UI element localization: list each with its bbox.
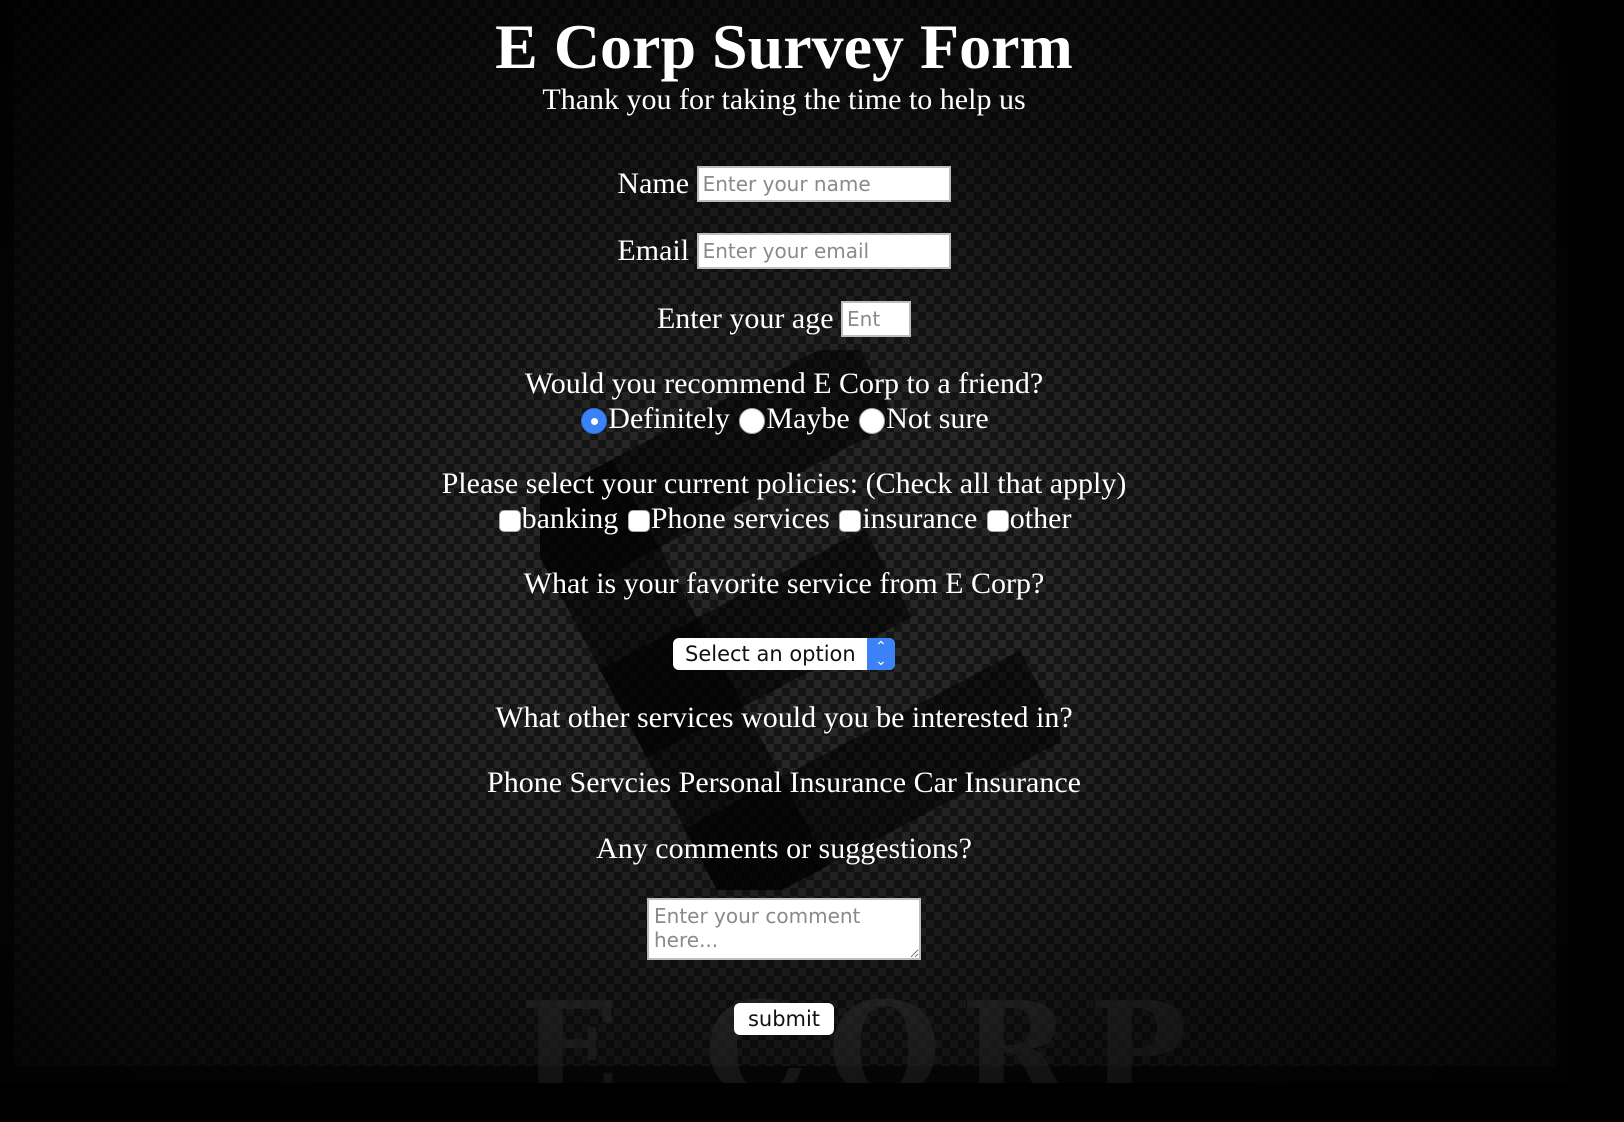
- checkbox-label-banking: banking: [521, 502, 619, 535]
- submit-button[interactable]: submit: [733, 1003, 835, 1035]
- other-services-text: Phone Servcies Personal Insurance Car In…: [487, 766, 1081, 799]
- checkbox-label-insurance: insurance: [862, 502, 978, 535]
- age-label: Enter your age: [656, 302, 834, 336]
- favorite-select-row: Select an option ⌃ ⌄: [0, 636, 1568, 671]
- email-row: Email: [0, 231, 1568, 270]
- submit-row: submit: [0, 1001, 1568, 1035]
- checkbox-insurance[interactable]: [839, 510, 862, 533]
- checkbox-label-other: other: [1009, 502, 1072, 535]
- radio-label-definitely: Definitely: [608, 402, 730, 435]
- other-services-question: What other services would you be interes…: [495, 701, 1073, 734]
- recommend-question: Would you recommend E Corp to a friend?: [524, 367, 1044, 400]
- age-row: Enter your age: [0, 299, 1568, 338]
- email-label: Email: [617, 234, 690, 268]
- radio-not-sure[interactable]: [859, 408, 886, 435]
- name-input[interactable]: [696, 166, 951, 203]
- page-title: E Corp Survey Form: [495, 11, 1073, 82]
- comments-textarea[interactable]: [647, 898, 921, 960]
- favorite-select-value: Select an option: [685, 642, 856, 667]
- comments-question: Any comments or suggestions?: [596, 832, 972, 865]
- favorite-question: What is your favorite service from E Cor…: [523, 567, 1045, 600]
- age-input[interactable]: [841, 301, 912, 338]
- email-input[interactable]: [696, 233, 951, 270]
- comments-row: [0, 898, 1568, 960]
- radio-label-not-sure: Not sure: [886, 402, 989, 435]
- name-row: Name: [0, 164, 1568, 203]
- radio-maybe[interactable]: [739, 408, 766, 435]
- policies-options: banking Phone services insurance other: [0, 501, 1568, 537]
- radio-label-maybe: Maybe: [766, 402, 850, 435]
- checkbox-phone-services[interactable]: [627, 510, 650, 533]
- recommend-options: Definitely Maybe Not sure: [0, 401, 1568, 437]
- checkbox-label-phone-services: Phone services: [650, 502, 830, 535]
- select-arrows-icon: ⌃ ⌄: [867, 638, 895, 671]
- page-subtitle: Thank you for taking the time to help us: [542, 83, 1026, 116]
- checkbox-banking[interactable]: [498, 510, 521, 533]
- name-label: Name: [617, 167, 690, 201]
- checkbox-other[interactable]: [986, 510, 1009, 533]
- policies-question: Please select your current policies: (Ch…: [441, 467, 1127, 500]
- page-frame: E CORP E Corp Survey Form Thank you for …: [0, 0, 1568, 1083]
- radio-definitely[interactable]: [581, 408, 608, 435]
- favorite-service-select[interactable]: Select an option ⌃ ⌄: [673, 638, 895, 671]
